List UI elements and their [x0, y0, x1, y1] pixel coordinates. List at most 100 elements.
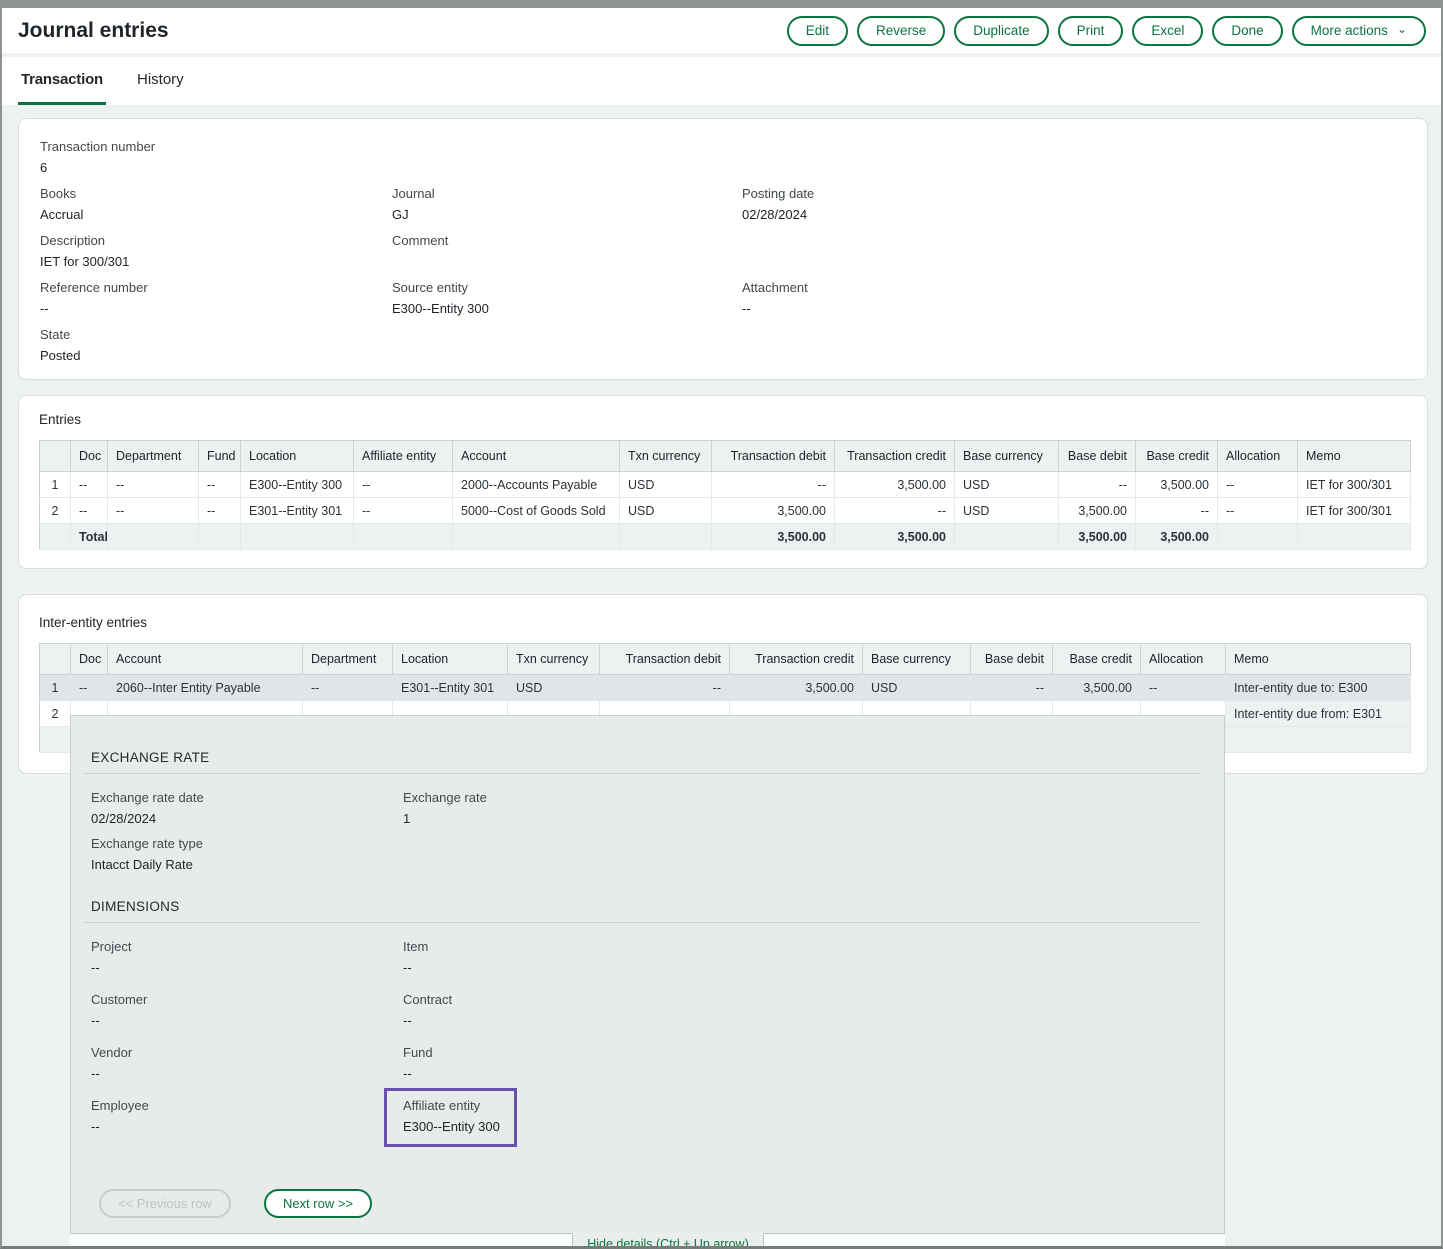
entries-card: Entries DocDepartmentFundLocationAffilia… [18, 395, 1428, 569]
field-affiliate-entity-highlighted: Affiliate entity E300--Entity 300 [384, 1088, 517, 1147]
table-cell: IET for 300/301 [1298, 498, 1411, 524]
table-cell: USD [863, 675, 971, 701]
previous-row-button[interactable]: << Previous row [99, 1189, 231, 1218]
field-contract: Contract -- [403, 992, 1200, 1045]
field-label: Source entity [392, 280, 742, 295]
table-cell: -- [199, 498, 241, 524]
field-label: Journal [392, 186, 742, 201]
field-label: Contract [403, 992, 1200, 1007]
field-affiliate-entity-wrap: Affiliate entity E300--Entity 300 [403, 1098, 1200, 1151]
table-row[interactable]: 2------E301--Entity 301--5000--Cost of G… [40, 498, 1411, 524]
table-cell [955, 524, 1059, 550]
tab-bar: Transaction History [2, 57, 1441, 105]
page-header: Journal entries Edit Reverse Duplicate P… [2, 8, 1441, 53]
column-header: Base credit [1136, 441, 1218, 472]
field-comment: Comment [392, 233, 742, 270]
field-value: 02/28/2024 [91, 811, 403, 826]
field-exchange-rate-type: Exchange rate type Intacct Daily Rate [91, 836, 1200, 872]
column-header: Doc [71, 644, 108, 675]
hide-details-tab[interactable]: Hide details (Ctrl + Up arrow) [572, 1233, 764, 1249]
journal-entries-window: Journal entries Edit Reverse Duplicate P… [0, 0, 1443, 1249]
field-transaction-number: Transaction number 6 [40, 139, 392, 176]
field-value: -- [403, 1013, 1200, 1028]
field-label: Exchange rate date [91, 790, 403, 805]
table-cell: -- [108, 472, 199, 498]
table-cell: 3,500.00 [712, 498, 835, 524]
row-navigation: << Previous row Next row >> [91, 1189, 1200, 1218]
field-value: E300--Entity 300 [403, 1119, 500, 1134]
table-cell [620, 524, 712, 550]
table-cell: USD [508, 675, 600, 701]
table-row[interactable]: 1--2060--Inter Entity Payable--E301--Ent… [40, 675, 1411, 701]
table-cell [354, 524, 453, 550]
column-header: Account [453, 441, 620, 472]
dimensions-heading: DIMENSIONS [91, 899, 1200, 914]
field-value: -- [91, 960, 403, 975]
table-row[interactable]: 1------E300--Entity 300--2000--Accounts … [40, 472, 1411, 498]
table-cell: Inter-entity due to: E300 [1226, 675, 1411, 701]
field-value: -- [742, 301, 1407, 316]
field-value: IET for 300/301 [40, 254, 392, 269]
table-cell: -- [71, 675, 108, 701]
table-cell: -- [354, 472, 453, 498]
reverse-button[interactable]: Reverse [857, 16, 945, 46]
column-header: Account [108, 644, 303, 675]
table-cell: 2060--Inter Entity Payable [108, 675, 303, 701]
table-cell: 2000--Accounts Payable [453, 472, 620, 498]
entries-title: Entries [39, 412, 1407, 427]
field-vendor: Vendor -- [91, 1045, 403, 1098]
table-cell: -- [1218, 498, 1298, 524]
row-number: 1 [40, 675, 71, 701]
column-header: Transaction credit [835, 441, 955, 472]
excel-button[interactable]: Excel [1132, 16, 1203, 46]
column-header: Transaction debit [600, 644, 730, 675]
transaction-summary-card: Transaction number 6 Books Accrual Journ… [18, 118, 1428, 380]
tab-history[interactable]: History [134, 57, 187, 105]
table-cell: 5000--Cost of Goods Sold [453, 498, 620, 524]
field-value: -- [403, 960, 1200, 975]
field-label: Reference number [40, 280, 392, 295]
field-project: Project -- [91, 939, 403, 992]
table-cell: -- [1059, 472, 1136, 498]
field-label: State [40, 327, 392, 342]
table-cell [453, 524, 620, 550]
table-cell: USD [620, 498, 712, 524]
field-reference-number: Reference number -- [40, 280, 392, 317]
done-button[interactable]: Done [1212, 16, 1282, 46]
field-value: Accrual [40, 207, 392, 222]
field-attachment: Attachment -- [742, 280, 1407, 317]
table-cell: Total [71, 524, 108, 550]
field-description: Description IET for 300/301 [40, 233, 392, 270]
column-header [40, 441, 71, 472]
row-number [40, 524, 71, 550]
column-header: Affiliate entity [354, 441, 453, 472]
print-button[interactable]: Print [1058, 16, 1124, 46]
column-header: Memo [1298, 441, 1411, 472]
section-divider [83, 922, 1200, 923]
tab-transaction[interactable]: Transaction [18, 57, 106, 105]
table-cell: 3,500.00 [730, 675, 863, 701]
table-cell: -- [199, 472, 241, 498]
field-state: State Posted [40, 327, 392, 364]
table-cell [108, 524, 199, 550]
field-label: Affiliate entity [403, 1098, 500, 1113]
column-header: Txn currency [620, 441, 712, 472]
edit-button[interactable]: Edit [787, 16, 848, 46]
column-header: Memo [1226, 644, 1411, 675]
field-label: Exchange rate type [91, 836, 1200, 851]
more-actions-button[interactable]: More actions ⌄ [1292, 16, 1426, 46]
column-header [40, 644, 71, 675]
next-row-button[interactable]: Next row >> [264, 1189, 372, 1218]
table-cell: 3,500.00 [1059, 498, 1136, 524]
column-header: Location [241, 441, 354, 472]
table-cell: USD [620, 472, 712, 498]
table-cell [1218, 524, 1298, 550]
header-row: DocAccountDepartmentLocationTxn currency… [40, 644, 1411, 675]
field-label: Item [403, 939, 1200, 954]
field-label: Exchange rate [403, 790, 1200, 805]
table-cell [1298, 524, 1411, 550]
field-label: Posting date [742, 186, 1407, 201]
table-cell: 3,500.00 [1136, 472, 1218, 498]
duplicate-button[interactable]: Duplicate [954, 16, 1048, 46]
field-value: GJ [392, 207, 742, 222]
